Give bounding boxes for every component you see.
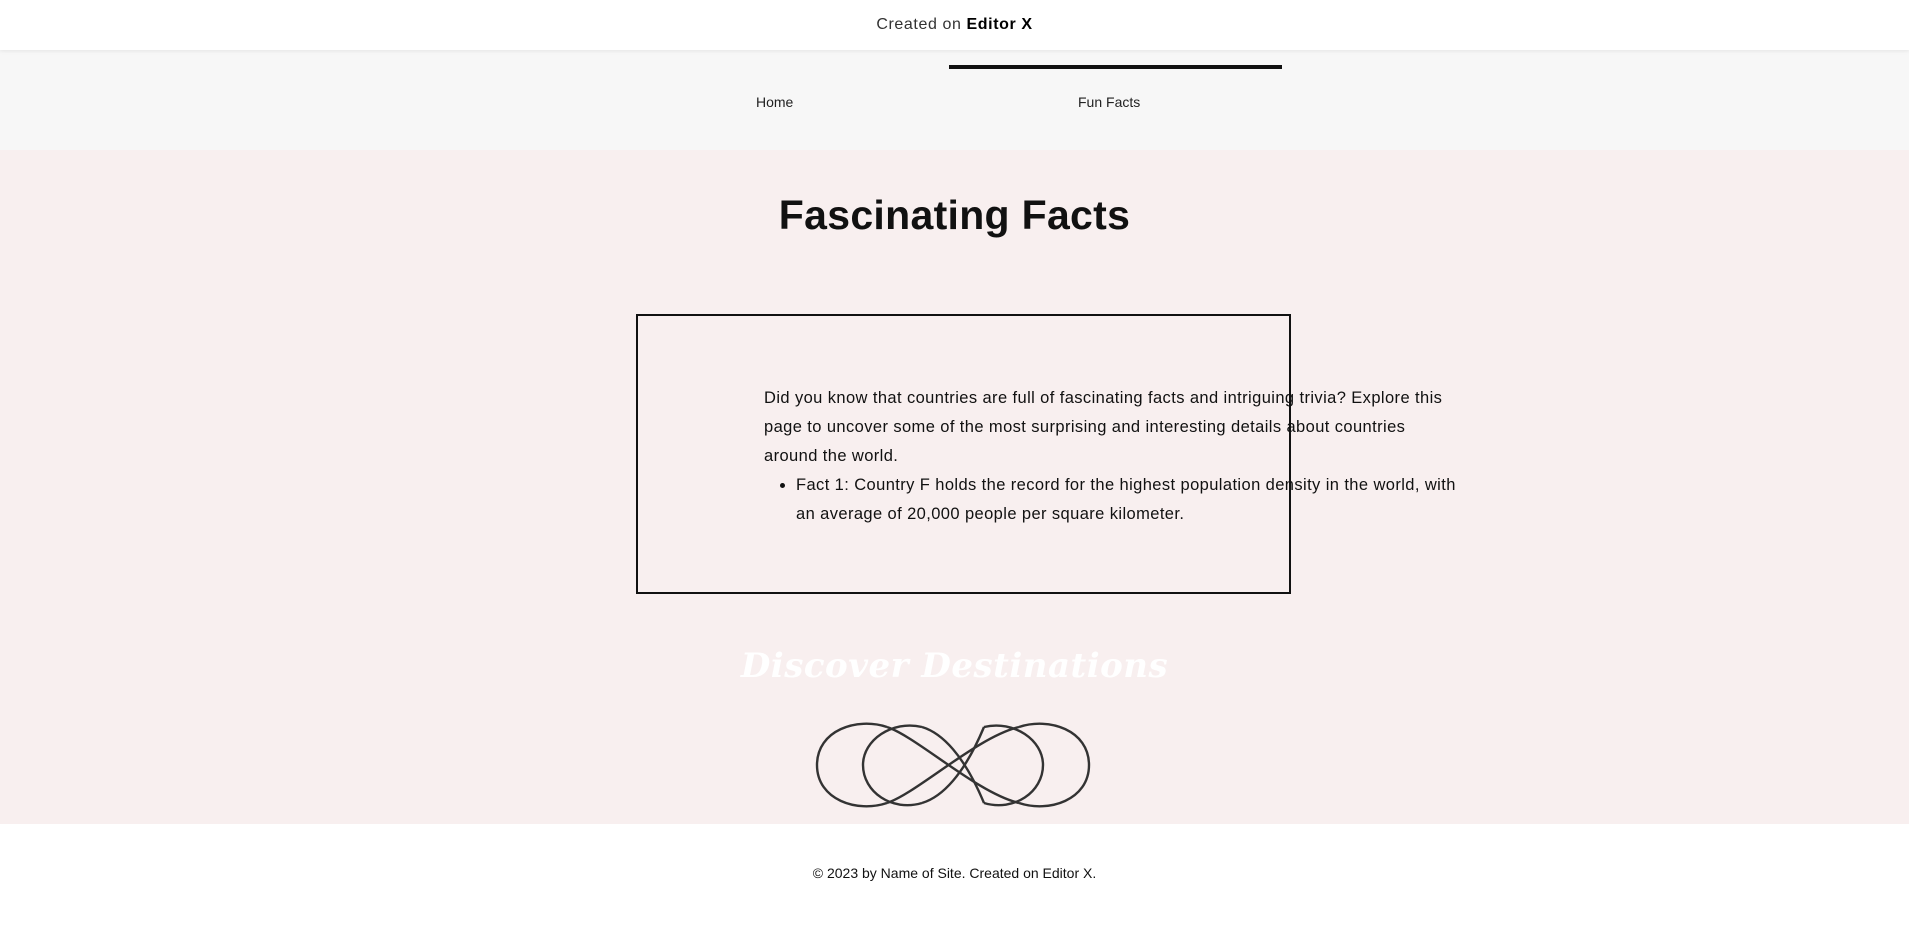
active-tab-indicator [949, 65, 1282, 69]
fact-item: Fact 1: Country F holds the record for t… [796, 471, 1464, 529]
site-footer: © 2023 by Name of Site. Created on Edito… [0, 824, 1909, 940]
discover-destinations-heading: Discover Destinations [740, 646, 1169, 686]
fact-list: Fact 1: Country F holds the record for t… [796, 471, 1464, 529]
nav-fun-facts-link[interactable]: Fun Facts [1078, 94, 1140, 110]
editor-x-link[interactable]: Editor X [967, 16, 1033, 34]
nav-home-link[interactable]: Home [756, 94, 793, 110]
site-nav: Home Fun Facts [0, 50, 1909, 150]
created-on-text: Created on [876, 16, 962, 33]
fact-content: Did you know that countries are full of … [764, 384, 1464, 529]
main-section: Fascinating Facts Did you know that coun… [0, 150, 1909, 824]
knot-decoration [815, 722, 1091, 808]
knot-lines [815, 722, 1091, 808]
footer-copyright: © 2023 by Name of Site. Created on Edito… [812, 865, 1097, 881]
top-banner: Created on Editor X [0, 0, 1909, 50]
intro-paragraph: Did you know that countries are full of … [764, 389, 1443, 465]
page-title: Fascinating Facts [778, 192, 1131, 238]
